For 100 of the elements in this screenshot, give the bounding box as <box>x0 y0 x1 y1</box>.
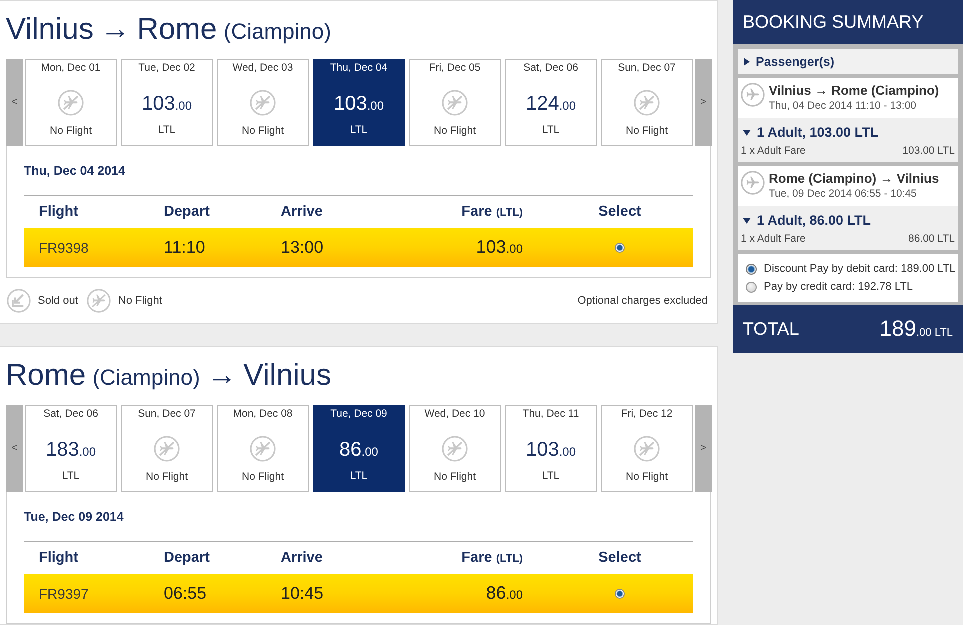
crossed-plane-icon <box>87 288 112 312</box>
fare-line-label: 1 x Adult Fare <box>741 232 806 247</box>
tile-date: Wed, Dec 10 <box>424 407 486 421</box>
depart-time: 11:10 <box>164 238 206 258</box>
tile-price: 103.00 <box>142 92 192 117</box>
day-heading: Tue, Dec 09 2014 <box>24 509 124 525</box>
fare-amount: 103.00 <box>476 237 523 258</box>
depart-time: 06:55 <box>164 584 207 604</box>
passengers-toggle[interactable]: Passenger(s) <box>738 49 958 74</box>
flight-number: FR9398 <box>39 240 89 256</box>
arrive-time: 13:00 <box>281 238 324 258</box>
column-header: Arrive <box>281 204 323 220</box>
date-tile[interactable]: Tue, Dec 09 86.00 LTL <box>313 405 405 492</box>
tile-date: Tue, Dec 02 <box>138 61 196 75</box>
fare-toggle[interactable]: 1 Adult, 86.00 LTL <box>743 211 872 231</box>
total-label: TOTAL <box>743 318 800 340</box>
fare-line-label: 1 x Adult Fare <box>741 144 806 159</box>
no-flight-label: No Flight <box>626 470 668 484</box>
date-tile[interactable]: Thu, Dec 04 103.00 LTL <box>313 59 405 146</box>
no-flight-label: No Flight <box>242 124 284 138</box>
crossed-plane-icon <box>634 436 660 462</box>
date-tile[interactable]: Wed, Dec 03 No Flight <box>217 59 309 146</box>
flight-details: Thu, 04 Dec 2014 11:10 - 13:00 <box>769 99 918 113</box>
route-title: Vilnius → Rome (Ciampino) <box>6 12 332 48</box>
flight-details: Tue, 09 Dec 2014 06:55 - 10:45 <box>769 187 918 201</box>
tile-date: Sun, Dec 07 <box>138 407 196 421</box>
crossed-plane-icon <box>154 436 180 462</box>
currency-label: LTL <box>158 123 176 137</box>
payment-option-label[interactable]: Discount Pay by debit card: 189.00 LTL <box>764 263 956 275</box>
tile-price: 103.00 <box>334 92 384 117</box>
fare-toggle[interactable]: 1 Adult, 103.00 LTL <box>743 123 879 143</box>
radio-button[interactable] <box>615 588 625 598</box>
date-tile[interactable]: Sun, Dec 07 No Flight <box>601 59 693 146</box>
crossed-plane-icon <box>58 90 84 116</box>
column-header: Arrive <box>281 550 323 566</box>
crossed-plane-icon <box>250 436 276 462</box>
date-tile[interactable]: Wed, Dec 10 No Flight <box>409 405 501 492</box>
column-header: Select <box>598 550 642 566</box>
date-tile[interactable]: Tue, Dec 02 103.00 LTL <box>121 59 213 146</box>
summary-header: BOOKING SUMMARY <box>733 0 963 44</box>
tile-date: Sun, Dec 07 <box>618 61 676 75</box>
currency-label: LTL <box>62 469 80 483</box>
tile-date: Thu, Dec 04 <box>330 61 388 75</box>
fare-amount: 86.00 <box>486 583 523 604</box>
tile-date: Fri, Dec 05 <box>429 61 481 75</box>
tile-date: Sat, Dec 06 <box>524 61 578 75</box>
legend-label: Sold out <box>38 294 78 306</box>
tile-date: Wed, Dec 03 <box>232 61 294 75</box>
tile-date: Thu, Dec 11 <box>522 407 580 421</box>
column-header: Depart <box>164 204 210 220</box>
route-title: Rome (Ciampino) → Vilnius <box>6 358 332 394</box>
tile-price: 86.00 <box>340 438 378 463</box>
next-button[interactable]: > <box>695 405 712 492</box>
crossed-plane-icon <box>442 90 468 116</box>
column-header: Flight <box>39 204 78 220</box>
date-tile[interactable]: Mon, Dec 08 No Flight <box>217 405 309 492</box>
date-tile[interactable]: Sat, Dec 06 124.00 LTL <box>505 59 597 146</box>
currency-label: LTL <box>350 123 368 137</box>
fare-line-amount: 86.00 LTL <box>908 232 955 247</box>
tile-price: 124.00 <box>526 92 576 117</box>
radio-button[interactable] <box>746 282 757 292</box>
flight-row[interactable]: FR9397 06:55 10:45 86.00 <box>24 574 693 613</box>
currency-label: LTL <box>350 469 368 483</box>
route-text: Rome (Ciampino) → Vilnius <box>769 171 940 187</box>
flight-row[interactable]: FR9398 11:10 13:00 103.00 <box>24 228 693 267</box>
prev-button[interactable]: < <box>6 59 23 146</box>
date-tile[interactable]: Sat, Dec 06 183.00 LTL <box>25 405 117 492</box>
route-text: Vilnius → Rome (Ciampino) <box>769 83 940 99</box>
total-amount: 189.00 LTL <box>880 316 953 342</box>
tile-date: Tue, Dec 09 <box>330 407 388 421</box>
no-flight-label: No Flight <box>434 124 476 138</box>
tile-date: Sat, Dec 06 <box>44 407 98 421</box>
fare-line-amount: 103.00 LTL <box>902 144 955 159</box>
column-header: Depart <box>164 550 210 566</box>
tile-date: Mon, Dec 01 <box>41 61 101 75</box>
payment-option-label[interactable]: Pay by credit card: 192.78 LTL <box>764 281 913 293</box>
date-tile[interactable]: Fri, Dec 05 No Flight <box>409 59 501 146</box>
date-tile[interactable]: Sun, Dec 07 No Flight <box>121 405 213 492</box>
radio-button[interactable] <box>615 242 625 252</box>
no-flight-label: No Flight <box>146 470 188 484</box>
column-header: Fare (LTL) <box>462 204 523 220</box>
date-tile[interactable]: Thu, Dec 11 103.00 LTL <box>505 405 597 492</box>
next-button[interactable]: > <box>695 59 712 146</box>
date-tile[interactable]: Mon, Dec 01 No Flight <box>25 59 117 146</box>
tile-date: Fri, Dec 12 <box>621 407 673 421</box>
charges-note: Optional charges excluded <box>578 294 708 306</box>
plane-icon <box>741 171 765 195</box>
crossed-plane-icon <box>442 436 468 462</box>
column-header: Fare (LTL) <box>462 550 523 566</box>
day-heading: Thu, Dec 04 2014 <box>24 163 126 179</box>
radio-button[interactable] <box>746 264 757 274</box>
no-flight-label: No Flight <box>434 470 476 484</box>
tile-date: Mon, Dec 08 <box>233 407 293 421</box>
currency-label: LTL <box>542 469 560 483</box>
tile-price: 103.00 <box>526 438 576 463</box>
no-flight-label: No Flight <box>626 124 668 138</box>
plane-icon <box>741 83 765 107</box>
no-flight-label: No Flight <box>50 124 92 138</box>
prev-button[interactable]: < <box>6 405 23 492</box>
date-tile[interactable]: Fri, Dec 12 No Flight <box>601 405 693 492</box>
